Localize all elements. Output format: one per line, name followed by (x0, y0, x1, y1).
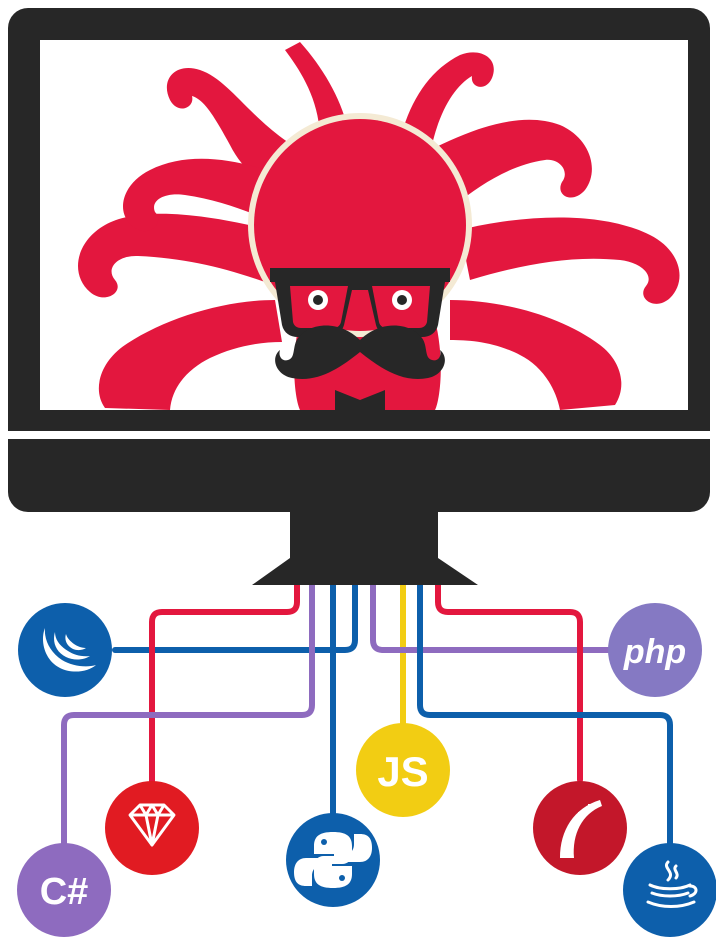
js-icon: JS (377, 748, 428, 795)
php-icon: php (623, 633, 686, 671)
cable-rails (435, 582, 583, 783)
monitor-stand (252, 512, 478, 585)
badge-csharp: C# (17, 843, 111, 937)
badge-jquery (18, 603, 112, 697)
badge-java (623, 843, 716, 937)
monitor-illustration: php JS C# (8, 8, 716, 937)
badges: php JS C# (17, 603, 716, 937)
csharp-icon: C# (40, 871, 89, 913)
cable-ruby (149, 582, 300, 813)
badge-javascript: JS (356, 723, 450, 817)
badge-rails (533, 781, 627, 875)
badge-ruby (105, 781, 199, 875)
badge-python (286, 813, 380, 907)
badge-php: php (608, 603, 702, 697)
monitor-chin-divider (8, 431, 710, 439)
